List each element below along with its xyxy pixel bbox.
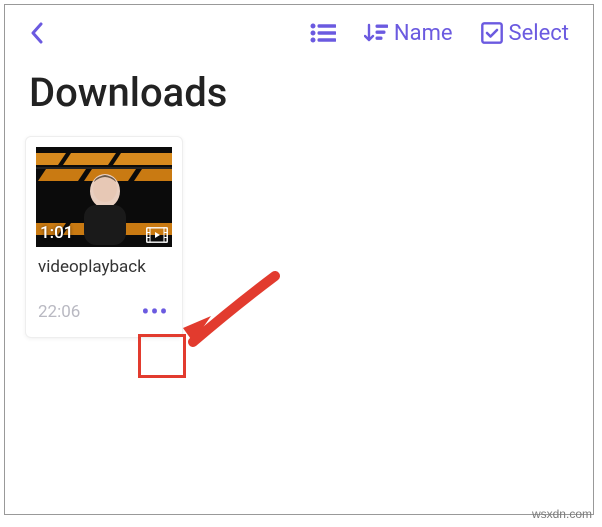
file-card[interactable]: 1:01	[25, 136, 183, 338]
chevron-left-icon	[30, 22, 44, 44]
sort-button[interactable]: Name	[356, 17, 461, 50]
video-badge-icon	[146, 227, 168, 243]
file-grid: 1:01	[5, 136, 593, 338]
checkbox-icon	[481, 22, 503, 44]
sort-label: Name	[394, 21, 453, 46]
back-button[interactable]	[21, 17, 53, 49]
more-horizontal-icon: •••	[141, 298, 168, 326]
select-button[interactable]: Select	[473, 17, 577, 50]
more-options-button[interactable]: •••	[136, 295, 174, 329]
page-title: Downloads	[5, 61, 593, 136]
video-thumbnail: 1:01	[36, 147, 172, 247]
app-header: Name Select	[5, 5, 593, 61]
view-list-button[interactable]	[302, 19, 344, 47]
video-duration: 1:01	[40, 223, 73, 243]
file-timestamp: 22:06	[38, 302, 80, 322]
file-name: videoplayback	[26, 247, 182, 291]
list-icon	[310, 23, 336, 43]
sort-icon	[364, 22, 388, 44]
watermark: wsxdn.com	[532, 507, 592, 521]
select-label: Select	[509, 21, 569, 46]
